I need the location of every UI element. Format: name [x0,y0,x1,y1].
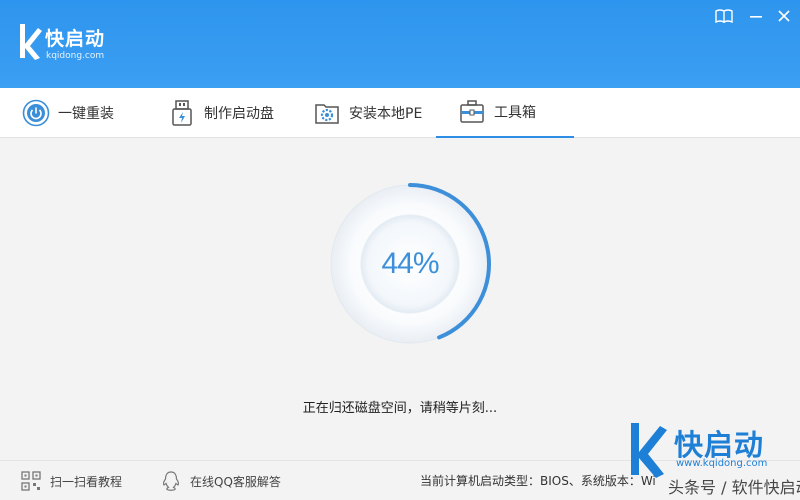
book-icon[interactable] [713,6,735,26]
k-logo-icon [20,24,42,60]
tab-one-click-reinstall[interactable]: 一键重装 [22,88,114,138]
power-icon [22,99,50,127]
footer-bar: 扫一扫看教程 在线QQ客服解答 当前计算机启动类型：BIOS、系统版本：Wi [0,460,800,500]
tab-toolbox[interactable]: 工具箱 [436,88,574,138]
tab-make-boot-disk[interactable]: 制作启动盘 [168,88,274,138]
usb-icon [168,99,196,127]
status-message: 正在归还磁盘空间，请稍等片刻... [302,401,498,416]
main-content: 44% 正在归还磁盘空间，请稍等片刻... [0,139,800,460]
main-tabs: 一键重装 制作启动盘 安装本地PE 工具箱 [0,88,800,138]
qr-code-icon [20,470,42,492]
toolbox-icon [458,98,486,126]
tab-label: 一键重装 [58,106,114,122]
app-title: 快启动 [45,28,106,50]
tab-install-local-pe[interactable]: 安装本地PE [313,88,422,138]
gear-folder-icon [313,99,341,127]
qq-support-label: 在线QQ客服解答 [190,474,281,489]
scan-tutorial-link[interactable]: 扫一扫看教程 [20,461,122,500]
qq-support-link[interactable]: 在线QQ客服解答 [160,461,281,500]
system-info-text: 当前计算机启动类型：BIOS、系统版本：Wi [420,474,656,488]
tab-label: 制作启动盘 [204,106,274,122]
qq-penguin-icon [160,470,182,492]
tab-label: 工具箱 [494,105,536,121]
tab-label: 安装本地PE [349,106,423,122]
title-bar: 快启动 kqidong.com [0,0,800,88]
progress-percent: 44% [381,247,439,280]
close-icon[interactable] [773,6,795,26]
app-subtitle: kqidong.com [46,51,105,61]
app-logo: 快启动 kqidong.com [18,20,118,68]
minimize-icon[interactable] [745,6,767,26]
progress-ring: 44% [320,174,500,354]
scan-tutorial-label: 扫一扫看教程 [50,474,123,489]
